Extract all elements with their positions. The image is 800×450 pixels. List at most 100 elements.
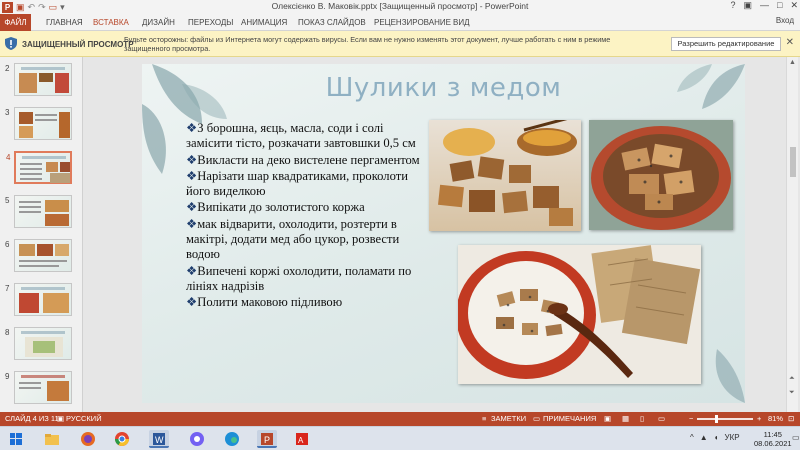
chrome-icon[interactable] xyxy=(112,430,132,448)
previous-slide-icon[interactable]: ⏶ xyxy=(789,375,795,383)
spellcheck-icon[interactable]: ▣ xyxy=(57,414,64,423)
slide-number: 9 xyxy=(5,372,10,381)
shield-icon xyxy=(5,37,17,50)
notes-button[interactable]: ЗАМЕТКИ xyxy=(491,414,526,423)
photo-bowl-spoon-crackers[interactable] xyxy=(458,245,701,384)
file-explorer-icon[interactable] xyxy=(42,430,62,448)
tab-animation[interactable]: АНИМАЦИЯ xyxy=(239,16,289,29)
slide-body-text[interactable]: ❖З борошна, яєць, масла, соди і солі зам… xyxy=(186,121,426,312)
title-bar: P ▣ ↶ ↷ ▭ ▾ Олексієнко В. Маковік.pptx [… xyxy=(0,0,800,14)
comments-icon[interactable]: ▭ xyxy=(533,414,540,423)
slide-thumbnail[interactable]: 5 xyxy=(5,195,72,228)
comments-button[interactable]: ПРИМЕЧАНИЯ xyxy=(543,414,596,423)
zoom-slider-handle[interactable] xyxy=(715,415,718,423)
help-icon[interactable]: ? xyxy=(730,0,735,11)
close-button[interactable]: ✕ xyxy=(790,0,798,11)
scroll-up-icon[interactable]: ▲ xyxy=(789,59,796,66)
tab-home[interactable]: ГЛАВНАЯ xyxy=(44,16,85,29)
svg-text:W: W xyxy=(155,435,164,445)
slideshow-view-icon[interactable]: ▭ xyxy=(658,414,665,423)
current-slide[interactable]: Шулики з медом ❖З борошна, яєць, масла, … xyxy=(142,64,745,403)
keyboard-language[interactable]: УКР xyxy=(725,433,740,442)
network-icon[interactable]: ▲ xyxy=(700,433,708,442)
bullet-marker-icon: ❖ xyxy=(186,216,198,231)
protected-view-bar: ЗАЩИЩЕННЫЙ ПРОСМОТР Будьте осторожны: фа… xyxy=(0,31,800,57)
tab-slideshow[interactable]: ПОКАЗ СЛАЙДОВ xyxy=(296,16,368,29)
scrollbar-thumb[interactable] xyxy=(790,147,796,177)
vertical-scrollbar[interactable]: ▲ ⏶ ⏷ xyxy=(786,57,798,412)
acrobat-icon[interactable]: A xyxy=(292,430,312,448)
ribbon-tabs: ФАЙЛ ГЛАВНАЯ ВСТАВКА ДИЗАЙН ПЕРЕХОДЫ АНИ… xyxy=(0,14,800,31)
taskbar-clock[interactable]: 11:45 08.06.2021 xyxy=(754,430,792,448)
clock-time: 11:45 xyxy=(763,430,782,439)
bullet-item: ❖Полити маковою підливою xyxy=(186,295,343,310)
maximize-button[interactable]: □ xyxy=(777,0,782,11)
slide-thumbnail[interactable]: 8 xyxy=(5,327,72,360)
bullet-item: ❖Випікати до золотистого коржа xyxy=(186,200,365,215)
tab-transitions[interactable]: ПЕРЕХОДЫ xyxy=(186,16,235,29)
tab-design[interactable]: ДИЗАЙН xyxy=(140,16,177,29)
slide-number: 2 xyxy=(5,64,10,73)
notifications-icon[interactable]: ▭ xyxy=(792,433,800,442)
show-hidden-icons-icon[interactable]: ^ xyxy=(690,433,694,442)
slide-thumbnail[interactable]: 9 xyxy=(5,371,72,404)
zoom-level[interactable]: 81% xyxy=(768,414,783,423)
slide-title[interactable]: Шулики з медом xyxy=(142,73,745,103)
slide-thumbnail[interactable]: 6 xyxy=(5,239,72,272)
bullet-item: ❖Випечені коржі охолодити, поламати по л… xyxy=(186,263,412,293)
zoom-in-button[interactable]: + xyxy=(757,414,761,423)
slide-counter: СЛАЙД 4 ИЗ 11 xyxy=(5,414,59,423)
svg-text:A: A xyxy=(298,436,304,445)
volume-icon[interactable]: ◖ xyxy=(714,433,719,442)
shuliki-honey-image xyxy=(438,120,577,226)
bullet-marker-icon: ❖ xyxy=(186,263,198,278)
window-title: Олексієнко В. Маковік.pptx [Защищенный п… xyxy=(271,1,529,11)
windows-start-icon[interactable] xyxy=(6,430,26,448)
tab-file[interactable]: ФАЙЛ xyxy=(0,14,31,31)
next-slide-icon[interactable]: ⏷ xyxy=(789,389,795,397)
normal-view-icon[interactable]: ▣ xyxy=(604,414,611,423)
powerpoint-taskbar-icon[interactable]: P xyxy=(257,430,277,448)
bullet-item: ❖Викласти на деко вистелене пергаментом xyxy=(186,152,420,167)
slide-sorter-icon[interactable]: ▦ xyxy=(622,414,629,423)
protected-view-label: ЗАЩИЩЕННЫЙ ПРОСМОТР xyxy=(22,40,134,49)
slide-thumbnail[interactable]: 3 xyxy=(5,107,72,140)
system-tray: ^ ▲ ◖ УКР xyxy=(690,433,740,442)
slide-number: 8 xyxy=(5,328,10,337)
tab-insert[interactable]: ВСТАВКА xyxy=(91,16,131,29)
slide-thumbnail-selected[interactable]: 4 xyxy=(6,151,72,184)
zoom-out-button[interactable]: − xyxy=(689,414,693,423)
slide-thumbnail[interactable]: 7 xyxy=(5,283,72,316)
tab-review[interactable]: РЕЦЕНЗИРОВАНИЕ xyxy=(372,16,453,29)
clock-date: 08.06.2021 xyxy=(754,439,792,448)
bullet-item: ❖Нарізати шар квадратиками, проколоти йо… xyxy=(186,168,408,199)
slide-number: 4 xyxy=(6,153,11,162)
edge-icon[interactable] xyxy=(222,430,242,448)
ribbon-display-icon[interactable]: ▣ xyxy=(744,0,753,11)
bullet-item: ❖мак відварити, охолодити, розтерти в ма… xyxy=(186,216,400,262)
language-indicator[interactable]: РУССКИЙ xyxy=(66,414,102,423)
minimize-button[interactable]: — xyxy=(760,0,769,11)
viber-icon[interactable] xyxy=(187,430,207,448)
reading-view-icon[interactable]: ▯ xyxy=(640,414,644,423)
firefox-icon[interactable] xyxy=(78,430,98,448)
word-icon[interactable]: W xyxy=(149,430,169,448)
bullet-item: ❖З борошна, яєць, масла, соди і солі зам… xyxy=(186,121,416,151)
tab-view[interactable]: ВИД xyxy=(451,16,472,29)
bowl-spoon-image xyxy=(458,245,701,384)
photo-bowl-poppy[interactable] xyxy=(589,120,733,230)
slide-number: 5 xyxy=(5,196,10,205)
notes-icon[interactable]: ≡ xyxy=(482,414,486,423)
fit-slide-icon[interactable]: ⊡ xyxy=(788,414,794,423)
close-icon[interactable]: ✕ xyxy=(786,37,794,48)
enable-editing-button[interactable]: Разрешить редактирование xyxy=(671,37,781,51)
sign-in-link[interactable]: Вход xyxy=(776,16,794,25)
zoom-slider[interactable] xyxy=(697,418,753,420)
bullet-marker-icon: ❖ xyxy=(186,152,198,167)
protected-view-message: Будьте осторожны: файлы из Интернета мог… xyxy=(124,35,611,53)
slide-thumbnail[interactable]: 2 xyxy=(5,63,72,96)
photo-shuliki-honey[interactable] xyxy=(429,120,581,231)
bullet-marker-icon: ❖ xyxy=(186,295,198,310)
window-controls: ? ▣ — □ ✕ xyxy=(730,0,798,11)
status-bar: СЛАЙД 4 ИЗ 11 ▣ РУССКИЙ ≡ ЗАМЕТКИ ▭ ПРИМ… xyxy=(0,412,800,426)
